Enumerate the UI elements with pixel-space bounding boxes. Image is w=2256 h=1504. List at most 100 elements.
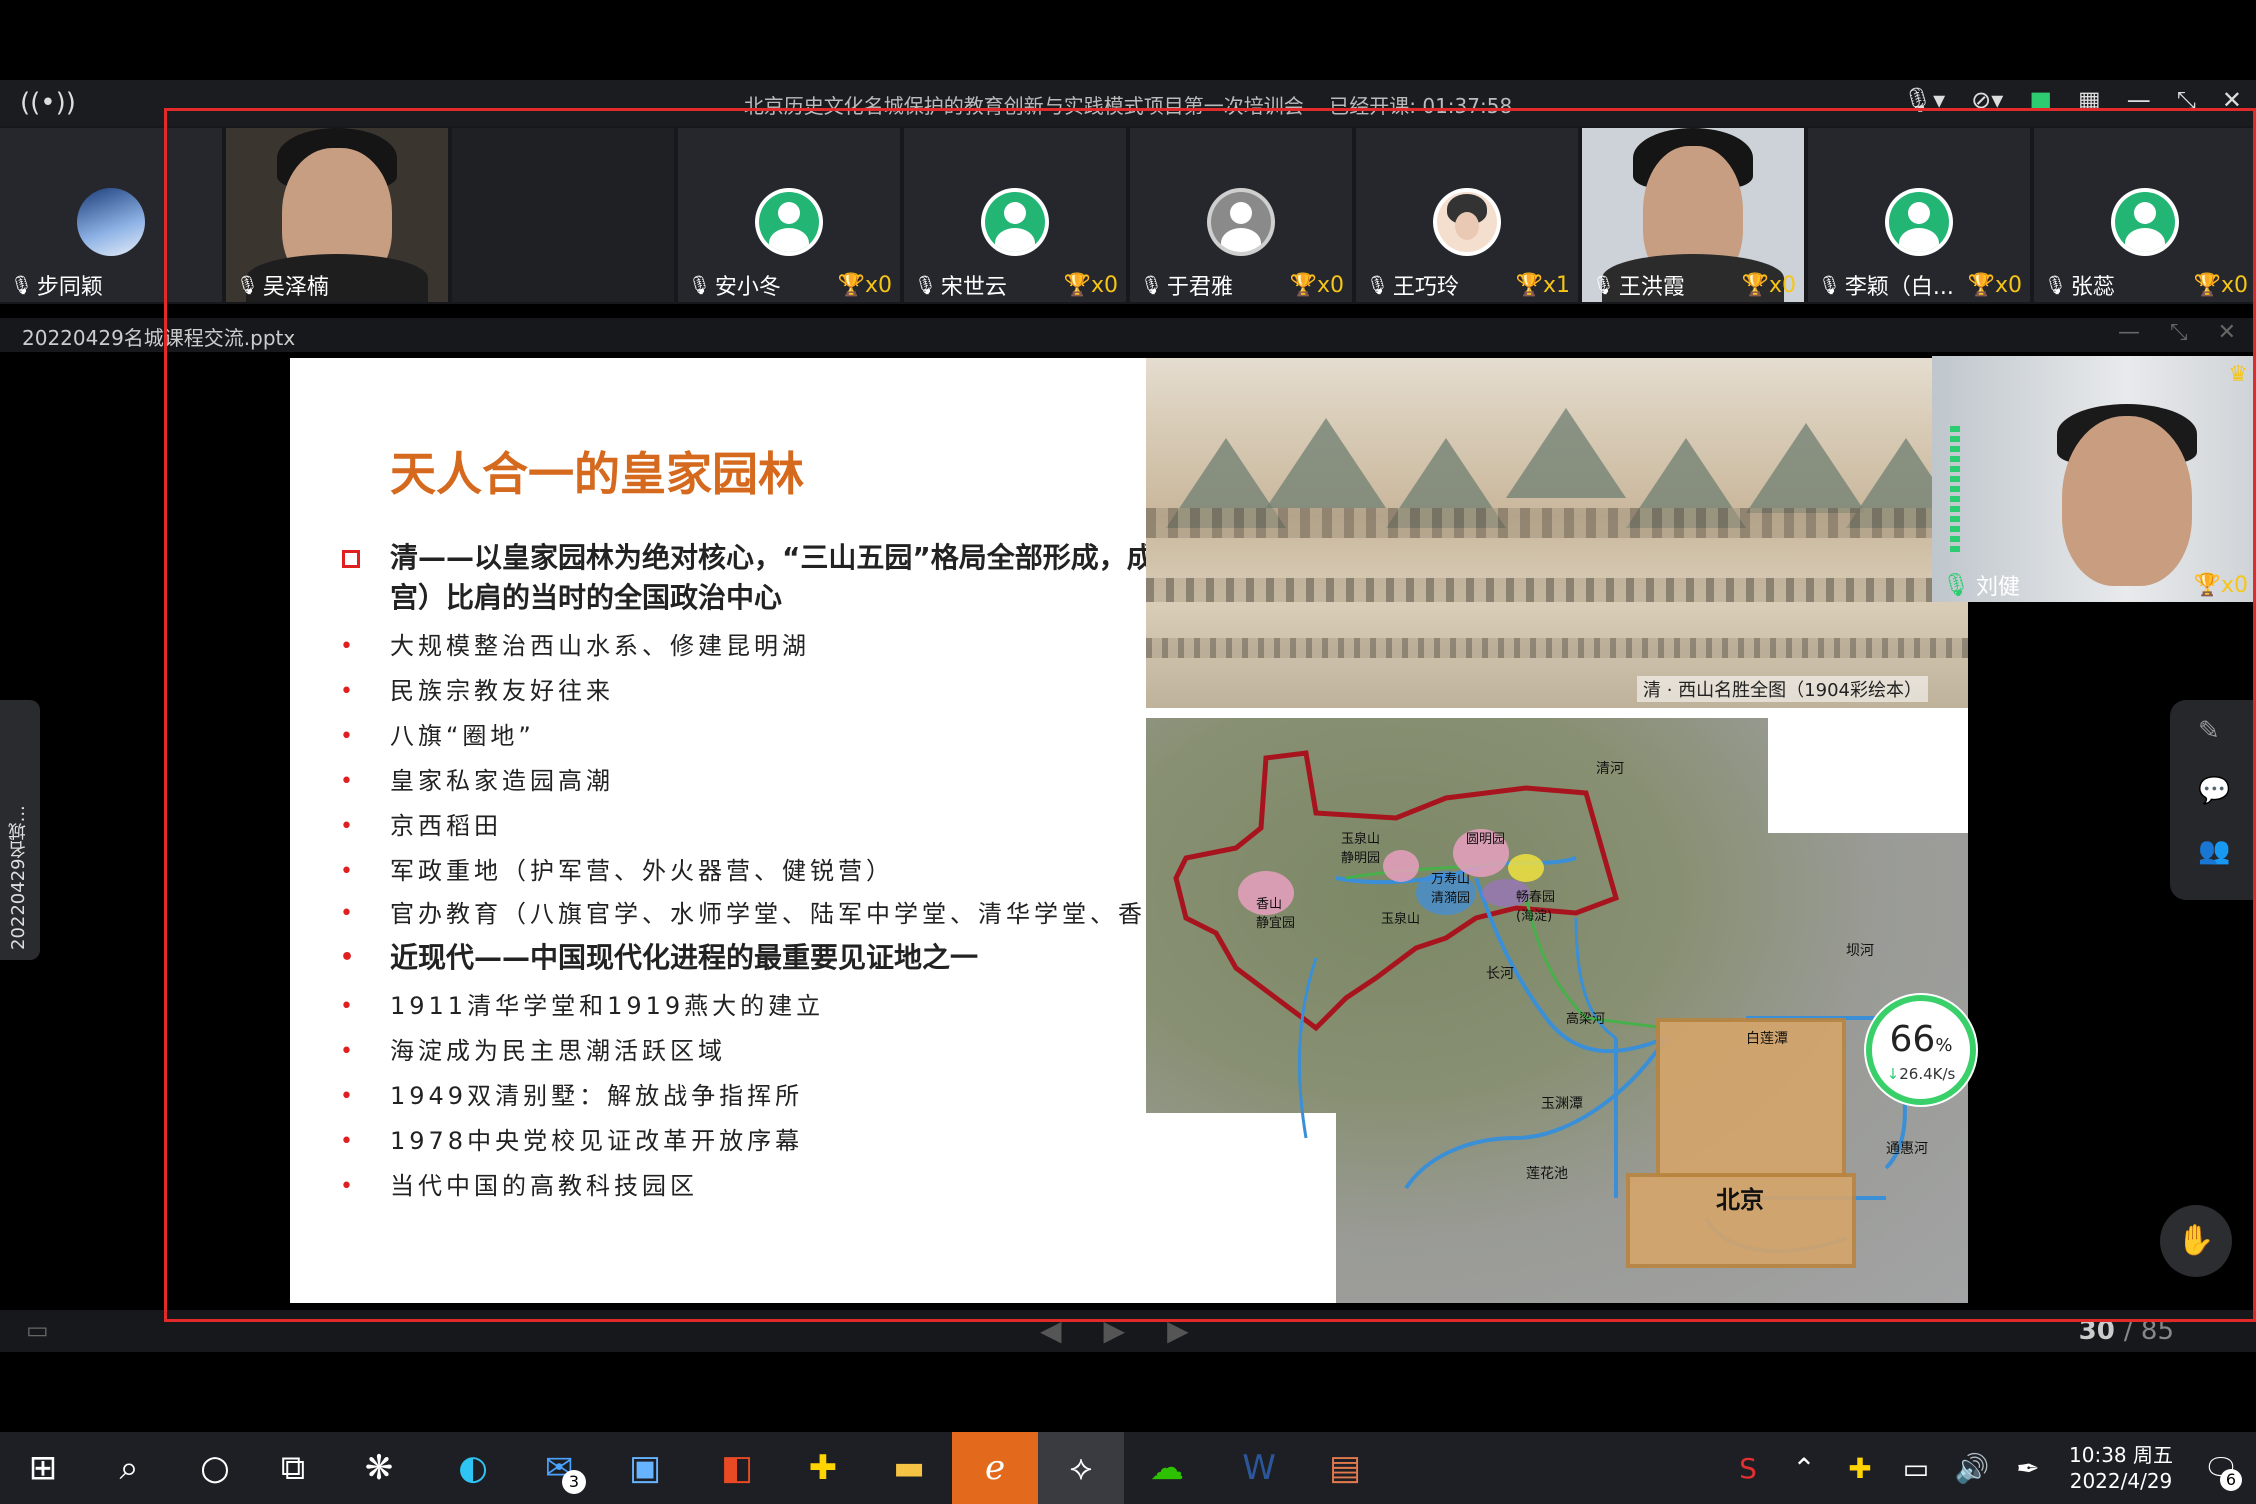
file-bar: 20220429名城课程交流.pptx — ⤡ ✕ xyxy=(0,318,2256,352)
word-icon[interactable]: W xyxy=(1216,1432,1302,1504)
raise-hand-button[interactable]: ✋ xyxy=(2160,1205,2232,1277)
avatar xyxy=(1433,188,1501,256)
meeting-app-icon[interactable]: ⟡ xyxy=(1038,1432,1124,1504)
map-label: 畅春园 (海淀) xyxy=(1516,890,1556,924)
trophy-icon: 🏆x0 xyxy=(837,272,892,298)
close-icon[interactable]: ✕ xyxy=(2218,320,2236,345)
avatar xyxy=(755,188,823,256)
participant-tile[interactable]: 🎙 安小冬 🏆x0 xyxy=(678,128,900,302)
participant-tile[interactable]: 🎙 李颖（白... 🏆x0 xyxy=(1808,128,2030,302)
participant-tile-empty xyxy=(452,128,674,302)
camera-off-icon[interactable]: ⊘▾ xyxy=(1971,86,2003,114)
presenter-video[interactable]: ♛ 🎙 刘健 🏆x0 xyxy=(1932,356,2256,602)
edge-icon[interactable]: ◐ xyxy=(430,1432,516,1504)
participant-tile[interactable]: 🎙 吴泽楠 xyxy=(226,128,448,302)
close-icon[interactable]: ✕ xyxy=(2222,86,2242,114)
ime-icon[interactable]: S xyxy=(1720,1452,1776,1485)
page-indicator: 30 / 85 xyxy=(2078,1316,2174,1346)
volume-icon[interactable]: 🔊 xyxy=(1944,1452,2000,1485)
map-label: 坝河 xyxy=(1846,943,1874,959)
window-controls: 🎙▾ ⊘▾ ■ ▦ — ⤡ ✕ xyxy=(1903,86,2242,114)
task-view-icon[interactable]: ⧉ xyxy=(250,1432,336,1504)
minimize-icon[interactable]: — xyxy=(2118,320,2140,345)
map-label: 圆明园 xyxy=(1466,832,1506,847)
battery-icon[interactable]: ▭ xyxy=(1888,1452,1944,1485)
elapsed-time: 已经开课: 01:37:58 xyxy=(1329,94,1513,118)
participant-name: 步同颖 xyxy=(36,275,103,300)
360-icon[interactable]: ✚ xyxy=(780,1432,866,1504)
members-icon[interactable]: 👥 xyxy=(2198,836,2230,866)
meeting-app: ((•)) 北京历史文化名城保护的教育创新与实践模式项目第一次培训会 已经开课:… xyxy=(0,0,2256,1504)
edit-icon[interactable]: ✎ xyxy=(2198,716,2220,746)
mic-mute-all-icon[interactable]: 🎙▾ xyxy=(1903,86,1946,114)
pen-icon[interactable]: ✒ xyxy=(2000,1452,2056,1485)
store-icon[interactable]: ▣ xyxy=(602,1432,688,1504)
map-label: 玉泉山 静明园 xyxy=(1341,832,1381,866)
avatar xyxy=(2111,188,2179,256)
fullscreen-icon[interactable]: ⤡ xyxy=(2170,320,2188,345)
minimize-icon[interactable]: — xyxy=(2127,86,2151,114)
map-label: 清河 xyxy=(1596,761,1624,777)
camera-icon[interactable]: ■ xyxy=(2029,86,2052,114)
chat-icon[interactable]: 💬 xyxy=(2198,776,2230,806)
participant-tile[interactable]: 🎙 王洪霞 🏆x0 xyxy=(1582,128,1804,302)
crown-icon: ♛ xyxy=(2228,362,2248,387)
participant-tile[interactable]: 🎙 张蕊 🏆x0 xyxy=(2034,128,2256,302)
mic-muted-icon: 🎙 xyxy=(1366,274,1389,296)
trophy-icon: 🏆x0 xyxy=(1289,272,1344,298)
mic-muted-icon: 🎙 xyxy=(1818,274,1841,296)
participant-tile[interactable]: 🎙 步同颖 xyxy=(0,128,222,302)
notification-icon[interactable]: 🗨 6 xyxy=(2186,1452,2256,1491)
app-icon[interactable]: ❋ xyxy=(336,1432,422,1504)
beijing-map: 北京 玉泉山 静明园 圆明园 万寿山 清漪园 香山 静宜园 畅春园 (海淀) 玉… xyxy=(1146,718,1968,1303)
map-label: 莲花池 xyxy=(1526,1166,1568,1182)
map-label: 香山 静宜园 xyxy=(1256,897,1296,931)
wechat-icon[interactable]: ☁ xyxy=(1124,1432,1210,1504)
security-icon[interactable]: ✚ xyxy=(1832,1452,1888,1485)
participant-name: 王巧玲 xyxy=(1392,275,1459,300)
thumbnail-panel-icon[interactable]: ▭ xyxy=(26,1316,49,1344)
start-icon[interactable]: ⊞ xyxy=(0,1432,86,1504)
participant-tile[interactable]: 🎙 于君雅 🏆x0 xyxy=(1130,128,1352,302)
historical-painting: 清 · 西山名胜全图（1904彩绘本） xyxy=(1146,358,1968,708)
file-explorer-icon[interactable]: ▬ xyxy=(866,1432,952,1504)
participant-name: 李颖（白... xyxy=(1844,275,1954,300)
slide-control-bar: ▭ ◀ ▶ ▶ 30 / 85 xyxy=(0,1310,2256,1352)
meeting-title: 北京历史文化名城保护的教育创新与实践模式项目第一次培训会 xyxy=(743,94,1304,118)
participant-strip: 🎙 步同颖 🎙 吴泽楠 🎙 安小冬 🏆x0 🎙 宋世云 🏆x0 🎙 于君雅 🏆x0 🎙 王巧玲 🏆x… xyxy=(0,126,2256,304)
mail-icon[interactable]: ✉ 3 xyxy=(516,1432,602,1504)
search-icon[interactable]: ⌕ xyxy=(86,1432,172,1504)
avatar xyxy=(981,188,1049,256)
next-slide-icon[interactable]: ▶ xyxy=(1167,1314,1189,1347)
presentation-slide: 天人合一的皇家园林 清——以皇家园林为绝对核心，“三山五园”格局全部形成，成为与… xyxy=(290,358,1968,1303)
square-bullet-icon xyxy=(342,550,360,568)
cortana-icon[interactable]: ○ xyxy=(172,1432,258,1504)
image-viewer-icon[interactable]: ▤ xyxy=(1302,1432,1388,1504)
prev-slide-icon[interactable]: ◀ xyxy=(1040,1314,1062,1347)
clock[interactable]: 10:38 周五 2022/4/29 xyxy=(2056,1442,2186,1494)
mic-active-icon: 🎙 xyxy=(1942,572,1970,598)
participant-name: 王洪霞 xyxy=(1618,275,1685,300)
side-tab-label: 20220429名城... xyxy=(8,805,29,950)
play-icon[interactable]: ▶ xyxy=(1104,1314,1126,1347)
participant-tile[interactable]: 🎙 宋世云 🏆x0 xyxy=(904,128,1126,302)
mic-muted-icon: 🎙 xyxy=(1592,274,1615,296)
grid-layout-icon[interactable]: ▦ xyxy=(2078,86,2101,114)
tray-expand-icon[interactable]: ⌃ xyxy=(1776,1452,1832,1485)
right-toolbar: ✎ 💬 👥 xyxy=(2170,700,2256,900)
participant-tile[interactable]: 🎙 王巧玲 🏆x1 xyxy=(1356,128,1578,302)
avatar xyxy=(1885,188,1953,256)
map-label: 玉渊潭 xyxy=(1541,1096,1583,1112)
fullscreen-icon[interactable]: ⤡ xyxy=(2177,86,2196,114)
office-icon[interactable]: ◧ xyxy=(694,1432,780,1504)
network-gauge[interactable]: 66% ↓26.4K/s xyxy=(1866,995,1976,1105)
map-label: 玉泉山 xyxy=(1381,912,1421,927)
mic-muted-icon: 🎙 xyxy=(688,274,711,296)
network-speed: 26.4K/s xyxy=(1899,1065,1956,1083)
document-side-tab[interactable]: 20220429名城... xyxy=(0,700,40,960)
title-bar: ((•)) 北京历史文化名城保护的教育创新与实践模式项目第一次培训会 已经开课:… xyxy=(0,80,2256,126)
participant-name: 安小冬 xyxy=(714,275,781,300)
file-name: 20220429名城课程交流.pptx xyxy=(22,326,296,350)
participant-name: 张蕊 xyxy=(2070,275,2115,300)
browser-icon[interactable]: ℯ xyxy=(952,1432,1038,1504)
